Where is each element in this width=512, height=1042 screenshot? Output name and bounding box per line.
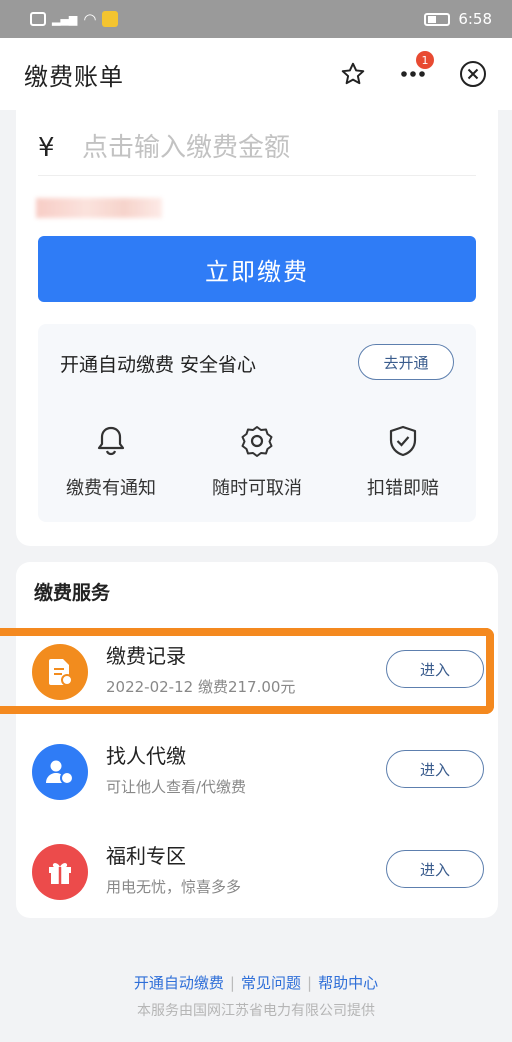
page-title: 缴费账单 bbox=[24, 62, 124, 91]
battery-icon bbox=[424, 12, 451, 26]
service-name: 福利专区 bbox=[106, 844, 186, 868]
autopay-features: 缴费有通知 随时可取消 扣错即赔 bbox=[38, 424, 476, 500]
autopay-title: 开通自动缴费 安全省心 bbox=[60, 354, 257, 376]
feature-label: 缴费有通知 bbox=[66, 478, 156, 499]
feature-label: 扣错即赔 bbox=[367, 478, 439, 499]
footer-links: 开通自动缴费 | 常见问题 | 帮助中心 bbox=[0, 972, 512, 993]
amount-input[interactable] bbox=[82, 132, 442, 163]
notification-icon bbox=[30, 12, 46, 26]
notification-badge: 1 bbox=[416, 51, 434, 69]
status-right: 6:58 bbox=[424, 10, 492, 28]
pay-now-button[interactable]: 立即缴费 bbox=[38, 236, 476, 302]
service-item-benefits[interactable]: 福利专区 用电无忧，惊喜多多 进入 bbox=[16, 826, 498, 926]
header-actions: 1 bbox=[338, 51, 488, 89]
bill-record-icon bbox=[32, 644, 88, 700]
status-icons: ▂▄▆ ◠ bbox=[30, 10, 119, 28]
service-desc: 可让他人查看/代缴费 bbox=[106, 778, 247, 796]
services-title: 缴费服务 bbox=[34, 582, 111, 604]
wifi-icon: ◠ bbox=[83, 10, 97, 28]
service-desc: 用电无忧，惊喜多多 bbox=[106, 878, 242, 896]
status-time: 6:58 bbox=[458, 10, 492, 28]
bell-icon bbox=[97, 426, 125, 456]
service-item-proxy-pay[interactable]: 找人代缴 可让他人查看/代缴费 进入 bbox=[16, 726, 498, 826]
footer-link-autopay[interactable]: 开通自动缴费 bbox=[134, 974, 224, 992]
feature-notify: 缴费有通知 bbox=[41, 424, 181, 500]
feature-label: 随时可取消 bbox=[212, 478, 302, 499]
feature-compensate: 扣错即赔 bbox=[333, 424, 473, 500]
shield-icon bbox=[389, 425, 417, 457]
amount-row: ¥ bbox=[38, 120, 476, 176]
footer-separator: | bbox=[307, 974, 313, 992]
currency-symbol: ¥ bbox=[38, 132, 55, 163]
footer-link-faq[interactable]: 常见问题 bbox=[241, 974, 301, 992]
settings-icon bbox=[241, 426, 273, 457]
favorite-star-icon[interactable] bbox=[338, 59, 368, 89]
gift-icon bbox=[32, 844, 88, 900]
feature-cancel: 随时可取消 bbox=[187, 424, 327, 500]
app-header: 缴费账单 1 bbox=[0, 38, 512, 110]
autopay-panel: 开通自动缴费 安全省心 去开通 缴费有通知 随时可取消 扣错即赔 bbox=[38, 324, 476, 522]
autopay-open-button[interactable]: 去开通 bbox=[358, 344, 454, 380]
blurred-account-info bbox=[36, 198, 162, 218]
service-name: 找人代缴 bbox=[106, 744, 186, 768]
user-pay-icon bbox=[32, 744, 88, 800]
enter-button[interactable]: 进入 bbox=[386, 650, 484, 688]
app-notification-icon bbox=[102, 11, 119, 27]
payment-card: ¥ 立即缴费 开通自动缴费 安全省心 去开通 缴费有通知 随时可取消 扣错即赔 bbox=[16, 110, 498, 546]
footer-note: 本服务由国网江苏省电力有限公司提供 bbox=[137, 1003, 375, 1019]
more-icon[interactable]: 1 bbox=[398, 51, 434, 89]
service-desc: 2022-02-12 缴费217.00元 bbox=[106, 678, 296, 696]
footer-link-help[interactable]: 帮助中心 bbox=[318, 974, 378, 992]
service-item-records[interactable]: 缴费记录 2022-02-12 缴费217.00元 进入 bbox=[16, 626, 498, 726]
close-icon[interactable] bbox=[458, 59, 488, 89]
service-name: 缴费记录 bbox=[106, 644, 186, 668]
enter-button[interactable]: 进入 bbox=[386, 850, 484, 888]
signal-icon: ▂▄▆ bbox=[52, 12, 78, 26]
status-bar: ▂▄▆ ◠ 6:58 bbox=[0, 0, 512, 38]
enter-button[interactable]: 进入 bbox=[386, 750, 484, 788]
footer-separator: | bbox=[229, 974, 235, 992]
services-card: 缴费服务 缴费记录 2022-02-12 缴费217.00元 进入 找人代缴 可… bbox=[16, 562, 498, 918]
